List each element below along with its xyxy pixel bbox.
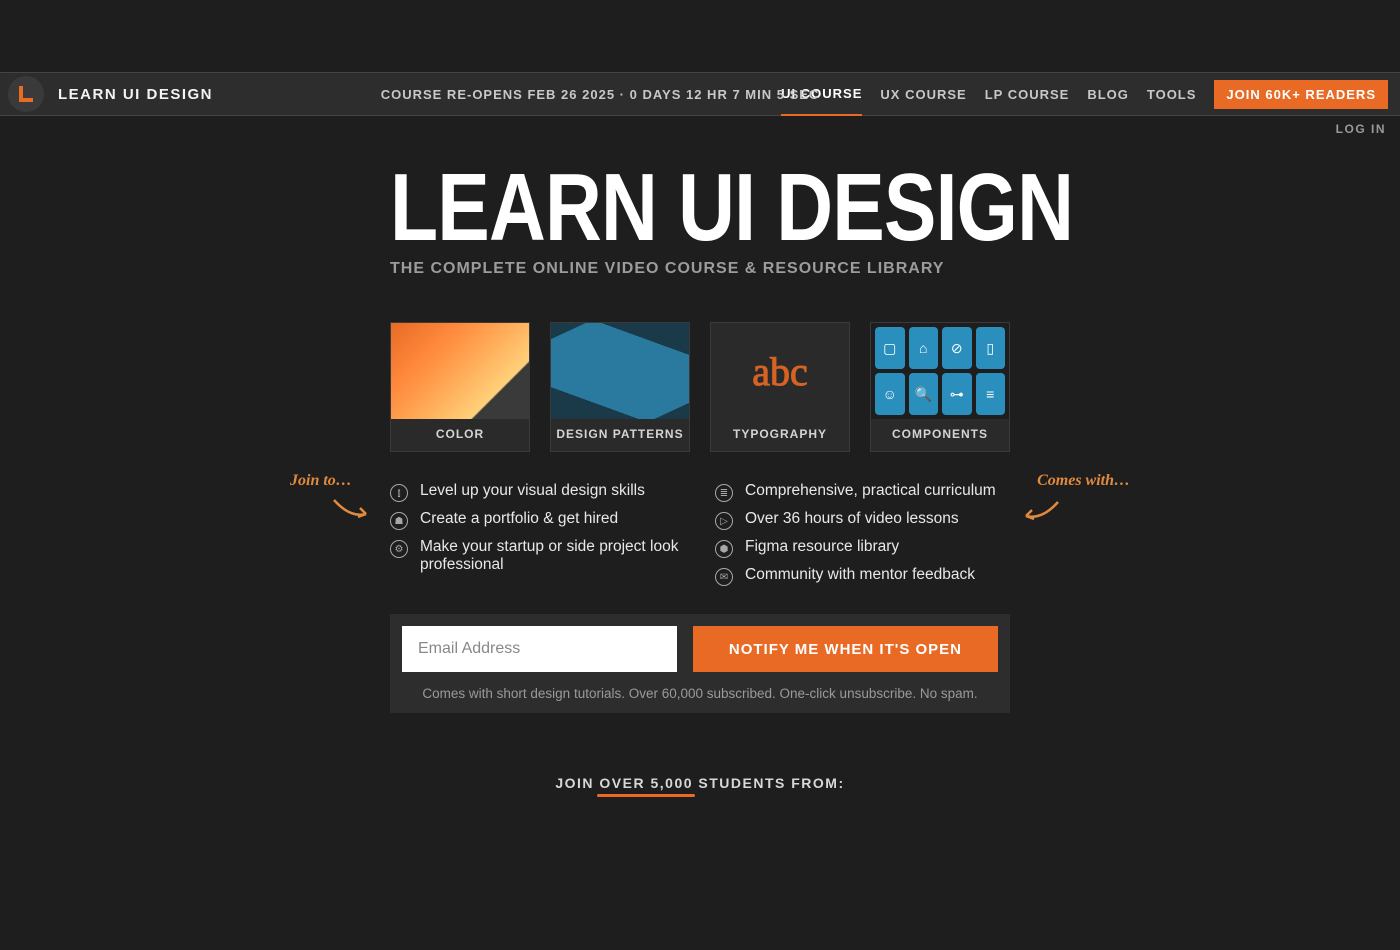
typography-icon: abc [711, 323, 849, 419]
benefit-item: ⬢ Figma resource library [715, 534, 1010, 562]
bar-chart-icon: ⫾ [390, 484, 408, 502]
chat-icon: ✉ [715, 568, 733, 586]
list-icon: ≣ [715, 484, 733, 502]
hero-title: LEARN UI DESIGN [390, 164, 898, 252]
benefit-item: ⫾ Level up your visual design skills [390, 478, 685, 506]
benefit-text: Community with mentor feedback [745, 566, 975, 584]
figma-icon: ⬢ [715, 540, 733, 558]
primary-nav: UI COURSE UX COURSE LP COURSE BLOG TOOLS… [781, 73, 1388, 116]
notify-button[interactable]: NOTIFY ME WHEN IT'S OPEN [693, 626, 998, 672]
email-input[interactable] [402, 626, 677, 672]
arrow-icon [1020, 498, 1060, 528]
countdown-text: COURSE RE-OPENS FEB 26 2025 · 0 DAYS 12 … [381, 87, 820, 102]
gear-icon: ⚙ [390, 540, 408, 558]
benefit-item: ▷ Over 36 hours of video lessons [715, 506, 1010, 534]
logo-icon [8, 76, 44, 112]
benefits-section: Join to… Comes with… ⫾ Level up your vis… [390, 478, 1010, 590]
students-highlight: OVER 5,000 [599, 775, 693, 791]
card-color[interactable]: COLOR [390, 322, 530, 452]
annotation-join-to: Join to… [290, 472, 352, 490]
nav-blog[interactable]: BLOG [1087, 74, 1129, 115]
nav-ux-course[interactable]: UX COURSE [880, 74, 966, 115]
components-icon: ▢⌂⊘▯ ☺🔍⊶≡ [871, 323, 1009, 419]
top-navbar: LEARN UI DESIGN COURSE RE-OPENS FEB 26 2… [0, 72, 1400, 116]
card-label: COMPONENTS [871, 419, 1009, 451]
students-suffix: STUDENTS FROM: [693, 775, 845, 791]
benefit-text: Over 36 hours of video lessons [745, 510, 959, 528]
briefcase-icon: ☗ [390, 512, 408, 530]
card-label: TYPOGRAPHY [711, 419, 849, 451]
benefit-text: Figma resource library [745, 538, 899, 556]
nav-lp-course[interactable]: LP COURSE [985, 74, 1070, 115]
play-icon: ▷ [715, 512, 733, 530]
students-heading: JOIN OVER 5,000 STUDENTS FROM: [0, 775, 1400, 791]
login-row: LOG IN [0, 116, 1400, 136]
card-label: DESIGN PATTERNS [551, 419, 689, 451]
benefit-item: ☗ Create a portfolio & get hired [390, 506, 685, 534]
benefit-text: Level up your visual design skills [420, 482, 645, 500]
benefit-text: Create a portfolio & get hired [420, 510, 618, 528]
color-swatch-icon [391, 323, 529, 419]
nav-tools[interactable]: TOOLS [1147, 74, 1197, 115]
card-design-patterns[interactable]: DESIGN PATTERNS [550, 322, 690, 452]
card-components[interactable]: ▢⌂⊘▯ ☺🔍⊶≡ COMPONENTS [870, 322, 1010, 452]
wireframe-icon [551, 323, 689, 419]
benefit-text: Make your startup or side project look p… [420, 538, 685, 574]
hero: LEARN UI DESIGN THE COMPLETE ONLINE VIDE… [0, 164, 1400, 278]
signup-box: NOTIFY ME WHEN IT'S OPEN Comes with shor… [390, 614, 1010, 713]
brand-name: LEARN UI DESIGN [58, 86, 213, 103]
benefit-item: ≣ Comprehensive, practical curriculum [715, 478, 1010, 506]
students-prefix: JOIN [555, 775, 599, 791]
page-spacer [0, 0, 1400, 72]
card-label: COLOR [391, 419, 529, 451]
topic-cards: COLOR DESIGN PATTERNS abc TYPOGRAPHY ▢⌂⊘… [390, 322, 1010, 452]
arrow-icon [332, 496, 372, 526]
logo-area[interactable]: LEARN UI DESIGN [8, 76, 213, 112]
hero-subtitle: THE COMPLETE ONLINE VIDEO COURSE & RESOU… [390, 260, 1010, 278]
login-link[interactable]: LOG IN [1336, 122, 1386, 136]
card-typography[interactable]: abc TYPOGRAPHY [710, 322, 850, 452]
benefit-text: Comprehensive, practical curriculum [745, 482, 996, 500]
signup-fineprint: Comes with short design tutorials. Over … [402, 686, 998, 701]
benefit-item: ⚙ Make your startup or side project look… [390, 534, 685, 578]
join-readers-button[interactable]: JOIN 60K+ READERS [1214, 80, 1388, 109]
annotation-comes-with: Comes with… [1037, 472, 1130, 490]
benefit-item: ✉ Community with mentor feedback [715, 562, 1010, 590]
